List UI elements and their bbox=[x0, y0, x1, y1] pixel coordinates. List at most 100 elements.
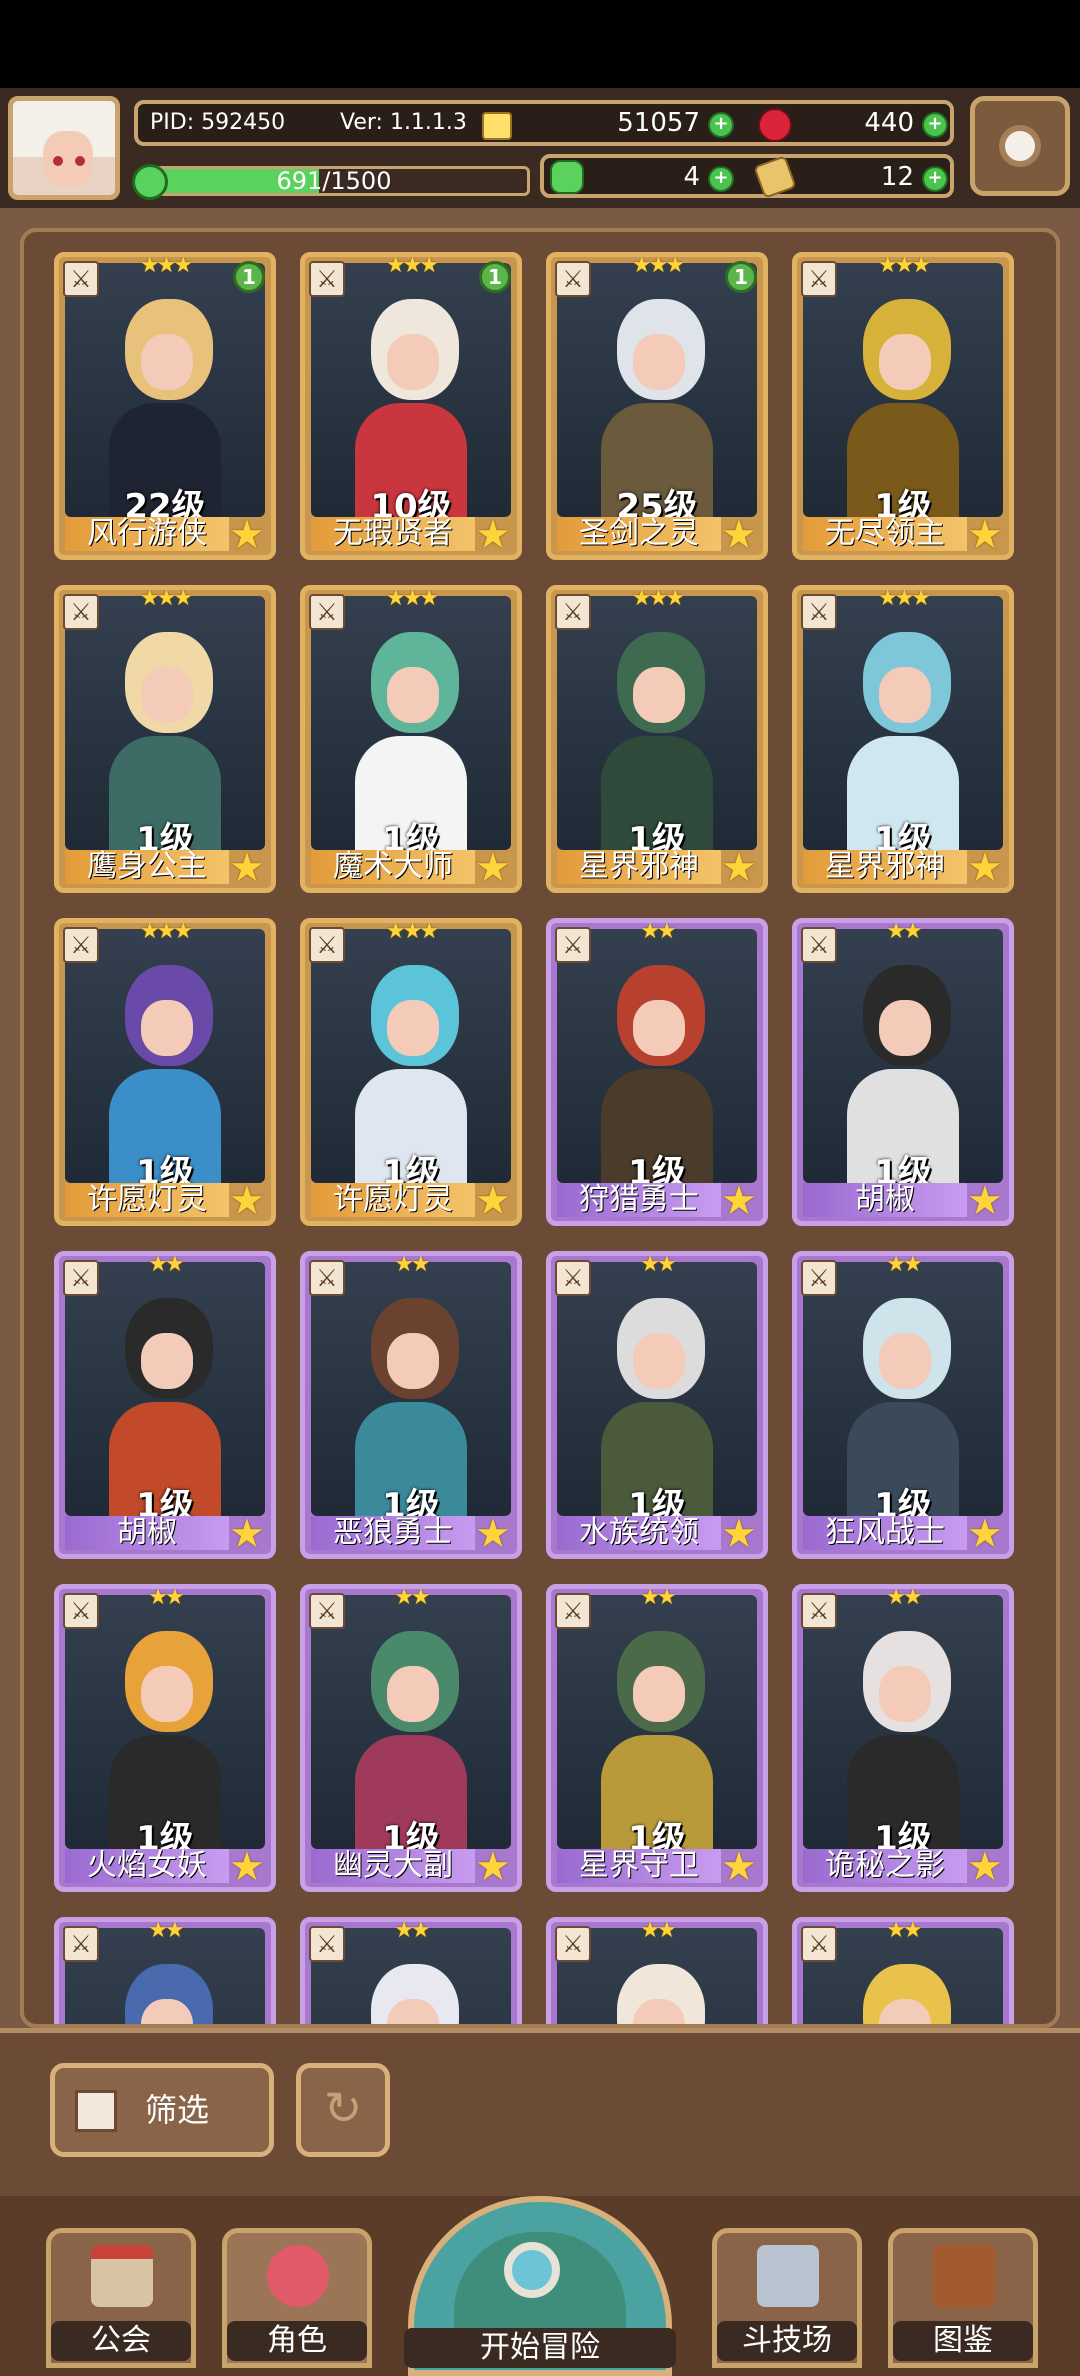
favorite-star-icon[interactable]: ★ bbox=[229, 1514, 269, 1554]
hero-card[interactable]: ⚔ ★★★ 1级 星界邪神 ★ bbox=[792, 585, 1014, 893]
start-adventure-label: 开始冒险 bbox=[404, 2328, 676, 2368]
hero-card[interactable]: ⚔ ★★ 1级 胡椒 ★ bbox=[54, 1251, 276, 1559]
hero-card[interactable]: ⚔★★★ bbox=[300, 1917, 522, 2024]
favorite-star-icon[interactable]: ★ bbox=[721, 515, 761, 555]
favorite-star-icon[interactable]: ★ bbox=[229, 848, 269, 888]
hero-name: 星界邪神 bbox=[557, 850, 721, 884]
favorite-star-icon[interactable]: ★ bbox=[967, 848, 1007, 888]
nav-arena[interactable]: 斗技场 bbox=[712, 2228, 862, 2368]
hero-card[interactable]: ⚔ ★★★ 1级 魔术大师 ★ bbox=[300, 585, 522, 893]
favorite-star-icon[interactable]: ★ bbox=[229, 1181, 269, 1221]
crossed-swords-icon bbox=[757, 2245, 819, 2307]
nav-character-label: 角色 bbox=[227, 2321, 367, 2361]
favorite-star-icon[interactable]: ★ bbox=[475, 515, 515, 555]
hero-name: 狂风战士 bbox=[803, 1516, 967, 1550]
hero-card[interactable]: ⚔ ★★ 1级 胡椒 ★ bbox=[792, 918, 1014, 1226]
hero-card[interactable]: ⚔ ★★ 1级 狩猎勇士 ★ bbox=[546, 918, 768, 1226]
gold-amount: 51057 bbox=[617, 108, 700, 138]
hero-card[interactable]: ⚔★★★ bbox=[54, 1917, 276, 2024]
hero-card[interactable]: ⚔ ★★★ 1级 鹰身公主 ★ bbox=[54, 585, 276, 893]
favorite-star-icon[interactable]: ★ bbox=[721, 848, 761, 888]
favorite-star-icon[interactable]: ★ bbox=[967, 1514, 1007, 1554]
hero-card[interactable]: ⚔ ★★★ 1级 许愿灯灵 ★ bbox=[300, 918, 522, 1226]
hero-card[interactable]: ⚔ ★★ 1级 诡秘之影 ★ bbox=[792, 1584, 1014, 1892]
star-rating: ★★ bbox=[148, 1252, 184, 1277]
magnifier-icon bbox=[504, 2242, 560, 2298]
hero-card[interactable]: ⚔ ★★ 1级 星界守卫 ★ bbox=[546, 1584, 768, 1892]
hero-card[interactable]: ⚔ ★★★ 1 22级 风行游侠 ★ bbox=[54, 252, 276, 560]
star-rating: ★★★ bbox=[385, 919, 439, 944]
nav-character[interactable]: 角色 bbox=[222, 2228, 372, 2368]
favorite-star-icon[interactable]: ★ bbox=[721, 1847, 761, 1887]
start-adventure-button[interactable]: 开始冒险 bbox=[404, 2196, 676, 2376]
star-rating: ★★ bbox=[640, 1252, 676, 1277]
filter-label: 筛选 bbox=[145, 2091, 210, 2129]
favorite-star-icon[interactable]: ★ bbox=[967, 1181, 1007, 1221]
hero-card[interactable]: ⚔ ★★★ 1 25级 圣剑之灵 ★ bbox=[546, 252, 768, 560]
roster-area: ⚔ ★★★ 1 22级 风行游侠 ★ ⚔ ★★★ 1 10级 无瑕贤者 ★ ⚔ ★★★ 1 25级 圣剑之灵 ★ ⚔… bbox=[0, 208, 1080, 2028]
reset-button[interactable]: ↻ bbox=[296, 2063, 390, 2157]
star-rating: ★★ bbox=[640, 1585, 676, 1610]
nav-codex-label: 图鉴 bbox=[893, 2321, 1033, 2361]
scroll-add-button[interactable]: + bbox=[922, 166, 948, 192]
favorite-star-icon[interactable]: ★ bbox=[475, 1847, 515, 1887]
xp-bar: 691/1500 bbox=[138, 166, 530, 196]
status-bar bbox=[0, 0, 1080, 88]
favorite-star-icon[interactable]: ★ bbox=[721, 1181, 761, 1221]
star-rating: ★★ bbox=[640, 1918, 676, 1943]
hero-name: 恶狼勇士 bbox=[311, 1516, 475, 1550]
hero-card[interactable]: ⚔ ★★★ 1级 星界邪神 ★ bbox=[546, 585, 768, 893]
nav-guild-label: 公会 bbox=[51, 2321, 191, 2361]
refresh-icon: ↻ bbox=[323, 2081, 363, 2135]
gold-icon bbox=[482, 112, 512, 140]
favorite-star-icon[interactable]: ★ bbox=[967, 515, 1007, 555]
settings-button[interactable] bbox=[970, 96, 1070, 196]
hero-card[interactable]: ⚔ ★★★ 1级 无尽领主 ★ bbox=[792, 252, 1014, 560]
player-avatar[interactable] bbox=[8, 96, 120, 200]
hero-name: 风行游侠 bbox=[65, 517, 229, 551]
favorite-star-icon[interactable]: ★ bbox=[229, 515, 269, 555]
hero-name: 胡椒 bbox=[803, 1183, 967, 1217]
star-rating: ★★★ bbox=[877, 586, 931, 611]
star-rating: ★★ bbox=[886, 1252, 922, 1277]
hero-card[interactable]: ⚔ ★★★ 1级 许愿灯灵 ★ bbox=[54, 918, 276, 1226]
hero-card[interactable]: ⚔ ★★ 1级 火焰女妖 ★ bbox=[54, 1584, 276, 1892]
hero-card[interactable]: ⚔ ★★ 1级 水族统领 ★ bbox=[546, 1251, 768, 1559]
filter-bar: 筛选 ↻ bbox=[0, 2028, 1080, 2196]
favorite-star-icon[interactable]: ★ bbox=[475, 1514, 515, 1554]
hero-name: 火焰女妖 bbox=[65, 1849, 229, 1883]
gold-add-button[interactable]: + bbox=[708, 112, 734, 138]
favorite-star-icon[interactable]: ★ bbox=[475, 848, 515, 888]
hero-name: 无瑕贤者 bbox=[311, 517, 475, 551]
character-icon bbox=[267, 2245, 329, 2307]
nav-guild[interactable]: 公会 bbox=[46, 2228, 196, 2368]
ruby-icon bbox=[758, 108, 792, 142]
hero-card[interactable]: ⚔ ★★ 1级 幽灵大副 ★ bbox=[300, 1584, 522, 1892]
favorite-star-icon[interactable]: ★ bbox=[229, 1847, 269, 1887]
hero-card[interactable]: ⚔★★★ bbox=[546, 1917, 768, 2024]
gem-amount: 440 bbox=[864, 108, 914, 138]
star-rating: ★★ bbox=[886, 1918, 922, 1943]
version-label: Ver: 1.1.1.3 bbox=[340, 110, 467, 135]
gem-add-button[interactable]: + bbox=[922, 112, 948, 138]
xp-text: 691/1500 bbox=[276, 167, 392, 195]
hero-name: 星界守卫 bbox=[557, 1849, 721, 1883]
hero-card[interactable]: ⚔★★★ bbox=[792, 1917, 1014, 2024]
filter-button[interactable]: 筛选 bbox=[50, 2063, 274, 2157]
top-hud: PID: 592450 Ver: 1.1.1.3 51057 + 440 + 6… bbox=[0, 88, 1080, 208]
hero-name: 狩猎勇士 bbox=[557, 1183, 721, 1217]
favorite-star-icon[interactable]: ★ bbox=[967, 1847, 1007, 1887]
nav-codex[interactable]: 图鉴 bbox=[888, 2228, 1038, 2368]
clover-add-button[interactable]: + bbox=[708, 166, 734, 192]
card-grid[interactable]: ⚔ ★★★ 1 22级 风行游侠 ★ ⚔ ★★★ 1 10级 无瑕贤者 ★ ⚔ ★★★ 1 25级 圣剑之灵 ★ ⚔… bbox=[20, 228, 1060, 2028]
star-rating: ★★★ bbox=[877, 253, 931, 278]
favorite-star-icon[interactable]: ★ bbox=[721, 1514, 761, 1554]
bottom-nav: 公会 角色 开始冒险 斗技场 图鉴 bbox=[0, 2196, 1080, 2376]
star-rating: ★★ bbox=[640, 919, 676, 944]
hero-card[interactable]: ⚔ ★★ 1级 恶狼勇士 ★ bbox=[300, 1251, 522, 1559]
hero-name: 魔术大师 bbox=[311, 850, 475, 884]
hero-card[interactable]: ⚔ ★★★ 1 10级 无瑕贤者 ★ bbox=[300, 252, 522, 560]
hero-card[interactable]: ⚔ ★★ 1级 狂风战士 ★ bbox=[792, 1251, 1014, 1559]
star-rating: ★★★ bbox=[139, 919, 193, 944]
favorite-star-icon[interactable]: ★ bbox=[475, 1181, 515, 1221]
